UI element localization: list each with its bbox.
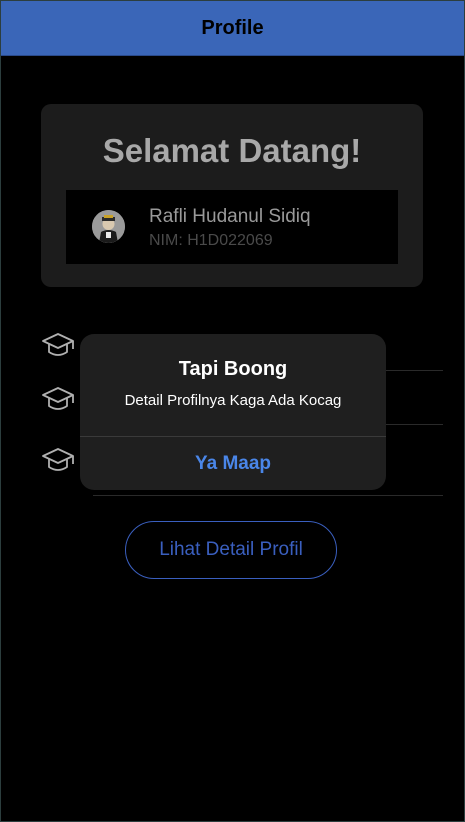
graduation-cap-icon [41, 385, 75, 415]
alert-dialog: Tapi Boong Detail Profilnya Kaga Ada Koc… [80, 334, 386, 490]
graduation-cap-icon [41, 331, 75, 361]
dialog-title: Tapi Boong [178, 358, 288, 380]
user-nim: NIM: H1D022069 [149, 232, 273, 249]
dialog-confirm-button[interactable]: Ya Maap [80, 437, 386, 490]
app-frame: Profile Selamat Datang! Rafli Hudanul Si… [0, 0, 465, 822]
page-title: Profile [201, 16, 264, 39]
app-header: Profile [1, 1, 464, 56]
user-info-row: Rafli Hudanul Sidiq NIM: H1D022069 [66, 190, 398, 264]
welcome-title: Selamat Datang! [102, 132, 362, 169]
graduation-cap-icon [41, 446, 75, 476]
avatar [92, 210, 125, 243]
welcome-card: Selamat Datang! Rafli Hudanul Sidiq NIM:… [41, 104, 423, 287]
dialog-message: Detail Profilnya Kaga Ada Kocag [124, 392, 342, 409]
list-divider [93, 495, 443, 496]
view-profile-detail-button[interactable]: Lihat Detail Profil [125, 521, 337, 579]
user-name: Rafli Hudanul Sidiq [149, 206, 311, 227]
